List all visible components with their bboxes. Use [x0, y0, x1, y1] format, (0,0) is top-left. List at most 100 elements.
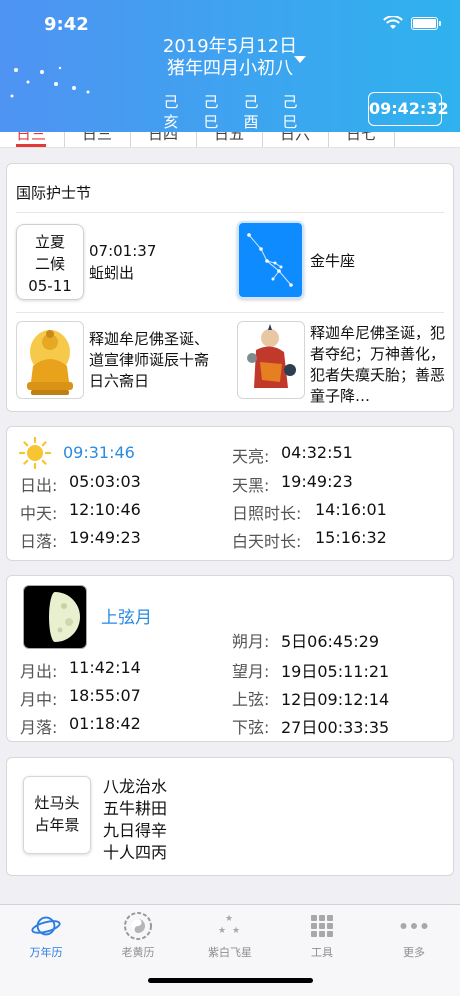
strip-tab[interactable]: 日七 [346, 132, 376, 144]
moonrise-label: 月出: [20, 662, 58, 681]
ganzhi-month-branch: 巳 [203, 113, 219, 131]
solar-term-name: 立夏 [34, 233, 65, 251]
ganzhi-year-branch: 亥 [163, 113, 179, 131]
home-indicator[interactable] [148, 978, 313, 983]
date-selector[interactable]: 2019年5月12日 猪年四月小初八 [0, 36, 460, 80]
immortal-image[interactable] [237, 321, 305, 399]
ganzhi-hour-stem: 己 [282, 93, 298, 111]
tab-more[interactable]: 更多 [368, 911, 460, 960]
sunset-label: 日落: [20, 532, 58, 551]
strip-tab[interactable]: 日五 [214, 132, 244, 144]
week-strip[interactable]: 日三 日三 日四 日五 日六 日七 [0, 132, 460, 148]
full-moon-value: 19日05:11:21 [281, 662, 390, 681]
full-moon-label: 望月: [232, 662, 270, 681]
dawn-label: 天亮: [232, 447, 270, 466]
festival-title[interactable]: 国际护士节 [16, 182, 91, 203]
status-time: 9:42 [44, 14, 89, 35]
moon-phase-name: 上弦月 [101, 608, 152, 628]
more-dots-icon [399, 911, 429, 941]
moon-phase-icon [23, 585, 87, 649]
strip-tab[interactable]: 日三 [82, 132, 112, 144]
tab-label: 紫白飞星 [208, 946, 252, 959]
battery-icon [411, 16, 441, 30]
sun-card: 09:31:46 日出: 05:03:03 中天: 12:10:46 日落: 1… [6, 426, 454, 561]
ganzhi-day: 己酉 [243, 92, 259, 132]
constellation-name: 金牛座 [310, 252, 356, 270]
ganzhi-year-stem: 己 [163, 93, 179, 111]
fortune-line: 五牛耕田 [103, 799, 168, 818]
svg-text:★: ★ [232, 926, 240, 936]
last-quarter-label: 下弦: [232, 718, 270, 737]
ganzhi-hour-branch: 巳 [282, 113, 298, 131]
moonset-value: 01:18:42 [69, 714, 141, 733]
current-time-box[interactable]: 09:42:32 [368, 92, 449, 126]
fortune-box-line2: 占年景 [34, 816, 80, 834]
sunshine-duration-label: 日照时长: [232, 504, 302, 523]
fortune-line: 八龙治水 [103, 777, 168, 796]
svg-text:★: ★ [225, 914, 233, 924]
dawn-value: 04:32:51 [281, 443, 353, 462]
solar-term-phase: 二候 [34, 255, 65, 273]
year-fortune-box[interactable]: 灶马头 占年景 [23, 776, 91, 854]
buddha-image[interactable] [16, 321, 84, 399]
strip-tab[interactable]: 日三 [16, 132, 47, 147]
ganzhi-month: 己巳 [203, 92, 219, 132]
solar-noon-value: 12:10:46 [69, 500, 141, 519]
ganzhi-day-stem: 己 [243, 93, 259, 111]
dusk-label: 天黑: [232, 476, 270, 495]
solar-noon-label: 中天: [20, 504, 58, 523]
tab-flying-stars[interactable]: ★ ★ ★ 紫白飞星 [184, 911, 276, 960]
tab-label: 万年历 [29, 946, 63, 959]
moonset-label: 月落: [20, 718, 58, 737]
grid-icon [307, 911, 337, 941]
new-moon-label: 朔月: [232, 632, 270, 651]
tab-calendar[interactable]: 万年历 [0, 911, 92, 960]
solar-term-box[interactable]: 立夏 二候 05-11 [16, 224, 84, 300]
status-icons [383, 16, 441, 30]
fortune-lines: 八龙治水 五牛耕田 九日得辛 十人四丙 [103, 776, 167, 864]
term-phenology: 蚯蚓出 [89, 264, 135, 282]
moon-transit-label: 月中: [20, 690, 58, 709]
lunar-date[interactable]: 猪年四月小初八 [0, 58, 460, 80]
immortal-event: 释迦牟尼佛圣诞，犯者夺纪；万神善化，犯者失瘼夭胎；善恶童子降… [310, 324, 446, 405]
new-moon-value: 5日06:45:29 [281, 632, 380, 651]
ganzhi-year: 己亥 [163, 92, 179, 132]
ganzhi-month-stem: 己 [203, 93, 219, 111]
term-time: 07:01:37 [89, 242, 157, 260]
moonrise-value: 11:42:14 [69, 658, 141, 677]
planet-icon [31, 911, 61, 941]
solar-term-date: 05-11 [28, 277, 72, 295]
sunrise-label: 日出: [20, 476, 58, 495]
tab-almanac[interactable]: 老黄历 [92, 911, 184, 960]
solar-date[interactable]: 2019年5月12日 [0, 36, 460, 58]
fortune-line: 十人四丙 [103, 843, 168, 862]
sunset-value: 19:49:23 [69, 528, 141, 547]
dusk-value: 19:49:23 [281, 472, 353, 491]
buddha-event: 释迦牟尼佛圣诞、道宣律师诞辰十斋日六斋日 [89, 330, 210, 390]
fortune-line: 九日得辛 [103, 821, 168, 840]
tab-tools[interactable]: 工具 [276, 911, 368, 960]
wifi-icon [383, 16, 403, 29]
bagua-icon [123, 911, 153, 941]
daytime-duration-label: 白天时长: [232, 532, 302, 551]
sunshine-duration-value: 14:16:01 [315, 500, 387, 519]
sunrise-value: 05:03:03 [69, 472, 141, 491]
last-quarter-value: 27日00:33:35 [281, 718, 390, 737]
tab-label: 工具 [311, 946, 333, 959]
svg-text:★: ★ [218, 926, 226, 936]
taurus-constellation-icon[interactable] [237, 221, 304, 299]
year-fortune-card: 灶马头 占年景 八龙治水 五牛耕田 九日得辛 十人四丙 [6, 757, 454, 876]
first-quarter-label: 上弦: [232, 690, 270, 709]
ganzhi-day-branch: 酉 [243, 113, 259, 131]
moon-card: 上弦月 月出: 11:42:14 月中: 18:55:07 月落: 01:18:… [6, 575, 454, 742]
stars-icon: ★ ★ ★ [215, 911, 245, 941]
moon-transit-value: 18:55:07 [69, 686, 141, 705]
festival-card: 国际护士节 立夏 二候 05-11 07:01:37 蚯蚓出 金牛座 释迦牟尼佛… [6, 163, 454, 412]
strip-tab[interactable]: 日六 [280, 132, 310, 144]
first-quarter-value: 12日09:12:14 [281, 690, 390, 709]
ganzhi-hour: 己巳 [282, 92, 298, 132]
strip-tab[interactable]: 日四 [148, 132, 178, 144]
current-sun-time: 09:31:46 [63, 443, 135, 462]
sun-icon [18, 436, 52, 470]
chevron-down-icon[interactable] [294, 56, 306, 63]
